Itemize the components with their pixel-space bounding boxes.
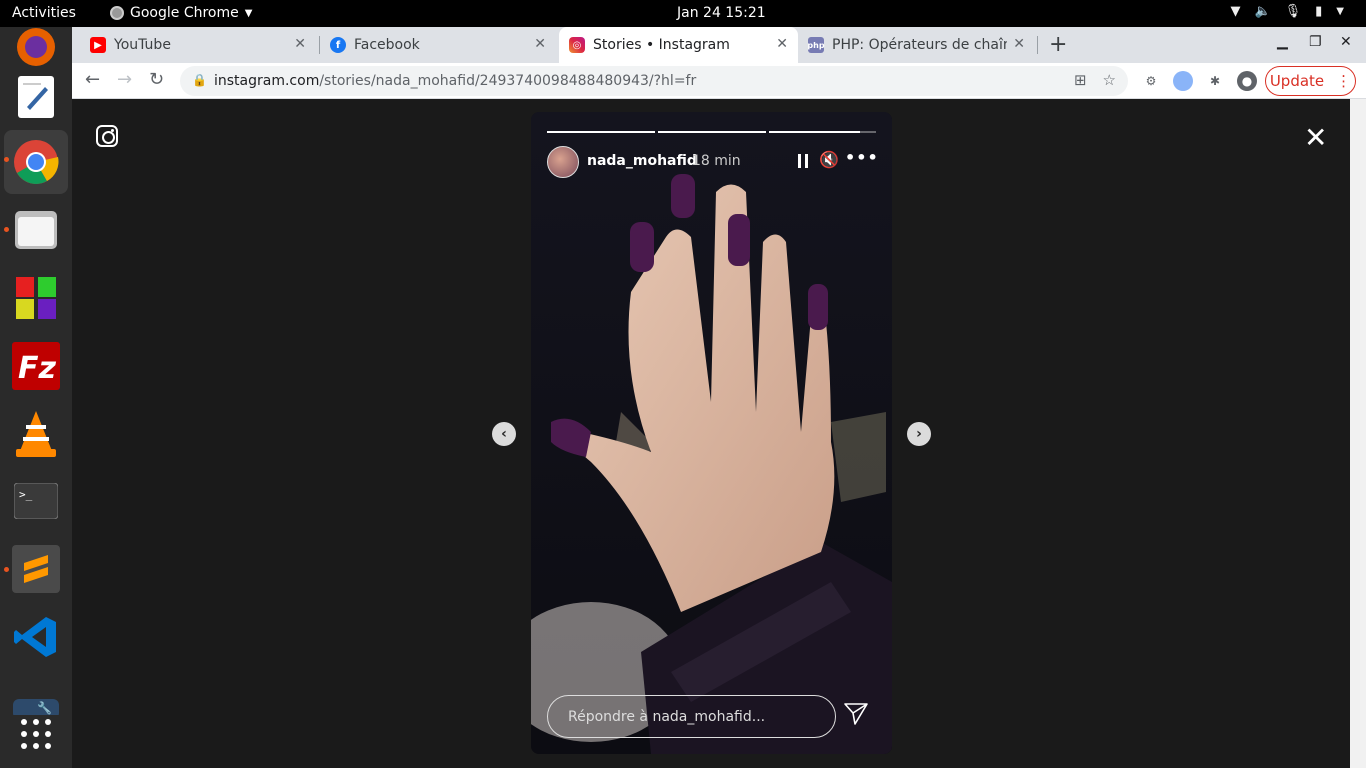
reload-button[interactable]: ↻ — [149, 69, 164, 90]
running-indicator — [4, 567, 9, 572]
send-icon[interactable] — [843, 702, 869, 726]
browser-toolbar: ← → ↻ 🔒 instagram.com/stories/nada_mohaf… — [72, 63, 1366, 99]
clock[interactable]: Jan 24 15:21 — [677, 5, 766, 21]
facebook-icon: f — [330, 37, 346, 53]
instagram-stories-page: ✕ ‹ › nada_mohafid 18 min 🔇 ••• Répondre… — [72, 99, 1350, 768]
story-progress-bar — [769, 131, 876, 133]
tab-instagram[interactable]: ◎ Stories • Instagram ✕ — [559, 27, 798, 63]
gnome-top-bar: Activities Google Chrome ▼ Jan 24 15:21 … — [0, 0, 1366, 27]
instagram-logo-icon[interactable] — [96, 125, 118, 147]
tab-strip: ▶ YouTube ✕ f Facebook ✕ ◎ Stories • Ins… — [72, 27, 1366, 63]
previous-story-icon[interactable]: ‹ — [492, 422, 516, 446]
active-indicator — [4, 157, 9, 162]
rubiks-cube-icon[interactable] — [4, 266, 68, 330]
close-window-button[interactable]: ✕ — [1340, 34, 1352, 50]
tab-label: Facebook — [354, 37, 420, 53]
story-progress-bar — [658, 131, 766, 133]
system-tray[interactable]: ▼ 🔈 🎙 ▮ ▼ — [1230, 4, 1344, 19]
dropdown-arrow-icon: ▼ — [244, 7, 253, 19]
youtube-icon: ▶ — [90, 37, 106, 53]
dock: Fz >_ 🔧 — [0, 27, 72, 768]
instagram-icon: ◎ — [569, 37, 585, 53]
extension-icon[interactable] — [1173, 71, 1193, 91]
maximize-button[interactable]: ❐ — [1309, 34, 1322, 50]
bookmark-star-icon[interactable]: ☆ — [1103, 71, 1116, 89]
tab-label: Stories • Instagram — [593, 37, 730, 53]
forward-button[interactable]: → — [117, 69, 132, 90]
close-icon[interactable]: ✕ — [534, 36, 546, 52]
text-editor-icon[interactable] — [4, 65, 68, 129]
url-path: /stories/nada_mohafid/249374009848848094… — [319, 73, 697, 89]
update-label: Update — [1269, 72, 1325, 90]
microphone-icon: 🎙 — [1284, 4, 1302, 19]
story-progress-bar — [547, 131, 655, 133]
vscode-icon[interactable] — [4, 605, 68, 669]
lock-icon: 🔒 — [192, 73, 207, 87]
pause-icon[interactable] — [798, 154, 808, 168]
svg-text:Fz: Fz — [18, 351, 56, 386]
minimize-button[interactable]: ▁ — [1277, 34, 1288, 50]
tab-label: YouTube — [114, 37, 171, 53]
tab-separator — [1037, 36, 1038, 54]
close-icon[interactable]: ✕ — [294, 36, 306, 52]
app-menu-label: Google Chrome — [130, 5, 239, 21]
vlc-icon[interactable] — [4, 402, 68, 466]
files-icon[interactable] — [4, 198, 68, 262]
tab-youtube[interactable]: ▶ YouTube ✕ — [80, 27, 316, 63]
close-icon[interactable]: ✕ — [776, 36, 788, 52]
profile-avatar-icon[interactable]: ● — [1237, 71, 1257, 91]
puzzle-extensions-icon[interactable]: ✱ — [1205, 71, 1225, 91]
php-icon: php — [807, 37, 825, 53]
story-viewer: nada_mohafid 18 min 🔇 ••• — [531, 112, 892, 754]
next-story-icon[interactable]: › — [907, 422, 931, 446]
address-bar[interactable]: 🔒 instagram.com/stories/nada_mohafid/249… — [180, 66, 1128, 96]
close-story-icon[interactable]: ✕ — [1304, 121, 1327, 154]
sublime-text-icon[interactable] — [4, 537, 68, 601]
extension-icon[interactable]: ⚙ — [1141, 71, 1161, 91]
mute-icon[interactable]: 🔇 — [819, 150, 839, 169]
story-image — [531, 112, 892, 754]
avatar[interactable] — [547, 146, 579, 178]
story-timestamp: 18 min — [692, 153, 741, 169]
url-host: instagram.com — [214, 73, 320, 89]
volume-icon: 🔈 — [1254, 4, 1271, 19]
wifi-icon: ▼ — [1230, 4, 1241, 19]
tab-php[interactable]: php PHP: Opérateurs de chaîn ✕ — [798, 27, 1035, 63]
google-chrome-icon[interactable] — [4, 130, 68, 194]
story-username[interactable]: nada_mohafid — [587, 153, 697, 169]
translate-icon[interactable]: ⊞ — [1074, 71, 1087, 89]
battery-icon: ▮ — [1315, 4, 1323, 19]
chrome-mini-icon — [110, 6, 124, 20]
update-button[interactable]: Update ⋮ — [1265, 66, 1356, 96]
more-options-icon[interactable]: ••• — [845, 148, 879, 167]
svg-text:>_: >_ — [19, 488, 33, 501]
back-button[interactable]: ← — [85, 69, 100, 90]
app-menu[interactable]: Google Chrome ▼ — [110, 5, 252, 21]
dropdown-arrow-icon: ▼ — [1336, 6, 1344, 17]
show-applications-icon[interactable] — [4, 702, 68, 766]
tab-facebook[interactable]: f Facebook ✕ — [320, 27, 556, 63]
filezilla-icon[interactable]: Fz — [4, 334, 68, 398]
running-indicator — [4, 227, 9, 232]
chrome-window: ▶ YouTube ✕ f Facebook ✕ ◎ Stories • Ins… — [72, 27, 1366, 768]
new-tab-button[interactable]: + — [1049, 32, 1067, 57]
reply-input[interactable] — [547, 695, 836, 738]
close-icon[interactable]: ✕ — [1013, 36, 1025, 52]
tab-label: PHP: Opérateurs de chaîn — [832, 37, 1007, 53]
terminal-icon[interactable]: >_ — [4, 469, 68, 533]
kebab-menu-icon: ⋮ — [1336, 72, 1352, 90]
page-scrollbar[interactable] — [1350, 99, 1366, 768]
